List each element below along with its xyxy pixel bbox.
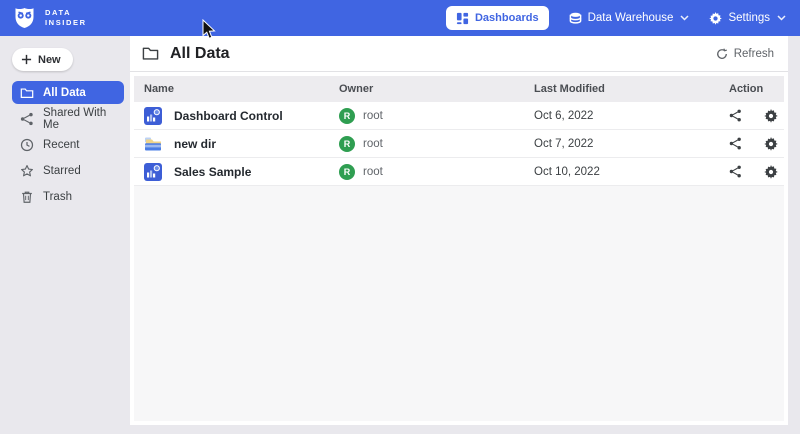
owner-name: root: [363, 110, 383, 122]
column-header-owner: Owner: [329, 83, 524, 95]
star-icon: [20, 164, 34, 178]
main-header: All Data Refresh: [130, 36, 788, 72]
sidebar-item-shared-with-me[interactable]: Shared With Me: [12, 107, 124, 130]
dashboard-icon: [456, 12, 469, 25]
column-header-name: Name: [134, 83, 329, 95]
share-icon[interactable]: [729, 109, 742, 122]
file-name: new dir: [174, 137, 216, 151]
plus-icon: [21, 54, 32, 65]
sidebar-item-recent[interactable]: Recent: [12, 133, 124, 156]
table-row[interactable]: new dir R root Oct 7, 2022: [134, 130, 784, 158]
owner-name: root: [363, 166, 383, 178]
main-panel: All Data Refresh Name Owner Last Modifie…: [130, 36, 788, 425]
last-modified: Oct 10, 2022: [524, 166, 719, 178]
owner-avatar: R: [339, 108, 355, 124]
refresh-label: Refresh: [734, 48, 774, 60]
nav-data-warehouse[interactable]: Data Warehouse: [569, 12, 690, 25]
folder-icon: [20, 86, 34, 100]
share-icon[interactable]: [729, 165, 742, 178]
page-title-text: All Data: [170, 45, 230, 63]
table-row[interactable]: Dashboard Control R root Oct 6, 2022: [134, 102, 784, 130]
sidebar-item-trash[interactable]: Trash: [12, 185, 124, 208]
chevron-down-icon: [777, 15, 786, 21]
owner-avatar: R: [339, 136, 355, 152]
clock-icon: [20, 138, 34, 152]
dashboard-file-icon: [144, 107, 162, 125]
new-button[interactable]: New: [12, 48, 73, 71]
gear-icon[interactable]: [764, 137, 778, 151]
dashboard-file-icon: [144, 163, 162, 181]
gear-icon[interactable]: [764, 165, 778, 179]
nav-dashboards-button[interactable]: Dashboards: [446, 6, 549, 30]
folder-icon: [142, 45, 159, 62]
sidebar-item-starred[interactable]: Starred: [12, 159, 124, 182]
owner-name: root: [363, 138, 383, 150]
logo-text-line1: DATA: [45, 8, 87, 18]
gear-icon[interactable]: [764, 109, 778, 123]
logo-text-line2: INSIDER: [45, 18, 87, 28]
folder-file-icon: [144, 135, 162, 153]
sidebar-item-label: Trash: [43, 191, 72, 203]
owner-avatar: R: [339, 164, 355, 180]
nav-settings-label: Settings: [728, 12, 770, 24]
column-header-last-modified: Last Modified: [524, 83, 719, 95]
share-icon[interactable]: [729, 137, 742, 150]
top-navigation: Dashboards Data Warehouse Settings: [446, 6, 786, 30]
database-icon: [569, 12, 582, 25]
sidebar-item-label: All Data: [43, 87, 86, 99]
table-header-row: Name Owner Last Modified Action: [134, 76, 784, 102]
last-modified: Oct 6, 2022: [524, 110, 719, 122]
nav-dashboards-label: Dashboards: [475, 12, 539, 24]
app-body: New All Data Shared With Me: [0, 36, 800, 434]
sidebar: New All Data Shared With Me: [0, 36, 130, 434]
file-name: Sales Sample: [174, 165, 251, 179]
sidebar-menu: All Data Shared With Me Recent: [12, 81, 122, 208]
nav-settings[interactable]: Settings: [709, 12, 786, 25]
refresh-icon: [716, 48, 728, 60]
files-table: Name Owner Last Modified Action Dashboar…: [134, 76, 784, 421]
nav-data-warehouse-label: Data Warehouse: [588, 12, 674, 24]
sidebar-item-label: Shared With Me: [43, 107, 116, 131]
owl-logo-icon: [12, 7, 37, 29]
share-icon: [20, 112, 34, 126]
column-header-action: Action: [719, 83, 784, 95]
last-modified: Oct 7, 2022: [524, 138, 719, 150]
sidebar-item-all-data[interactable]: All Data: [12, 81, 124, 104]
file-name: Dashboard Control: [174, 109, 283, 123]
sidebar-item-label: Recent: [43, 139, 79, 151]
page-title: All Data: [142, 45, 230, 63]
refresh-button[interactable]: Refresh: [716, 48, 774, 60]
app-logo: DATA INSIDER: [12, 7, 87, 29]
trash-icon: [20, 190, 34, 204]
top-header: DATA INSIDER Dashboards Data Warehouse: [0, 0, 800, 36]
new-button-label: New: [38, 54, 61, 66]
chevron-down-icon: [680, 15, 689, 21]
sidebar-item-label: Starred: [43, 165, 81, 177]
table-row[interactable]: Sales Sample R root Oct 10, 2022: [134, 158, 784, 186]
gear-icon: [709, 12, 722, 25]
